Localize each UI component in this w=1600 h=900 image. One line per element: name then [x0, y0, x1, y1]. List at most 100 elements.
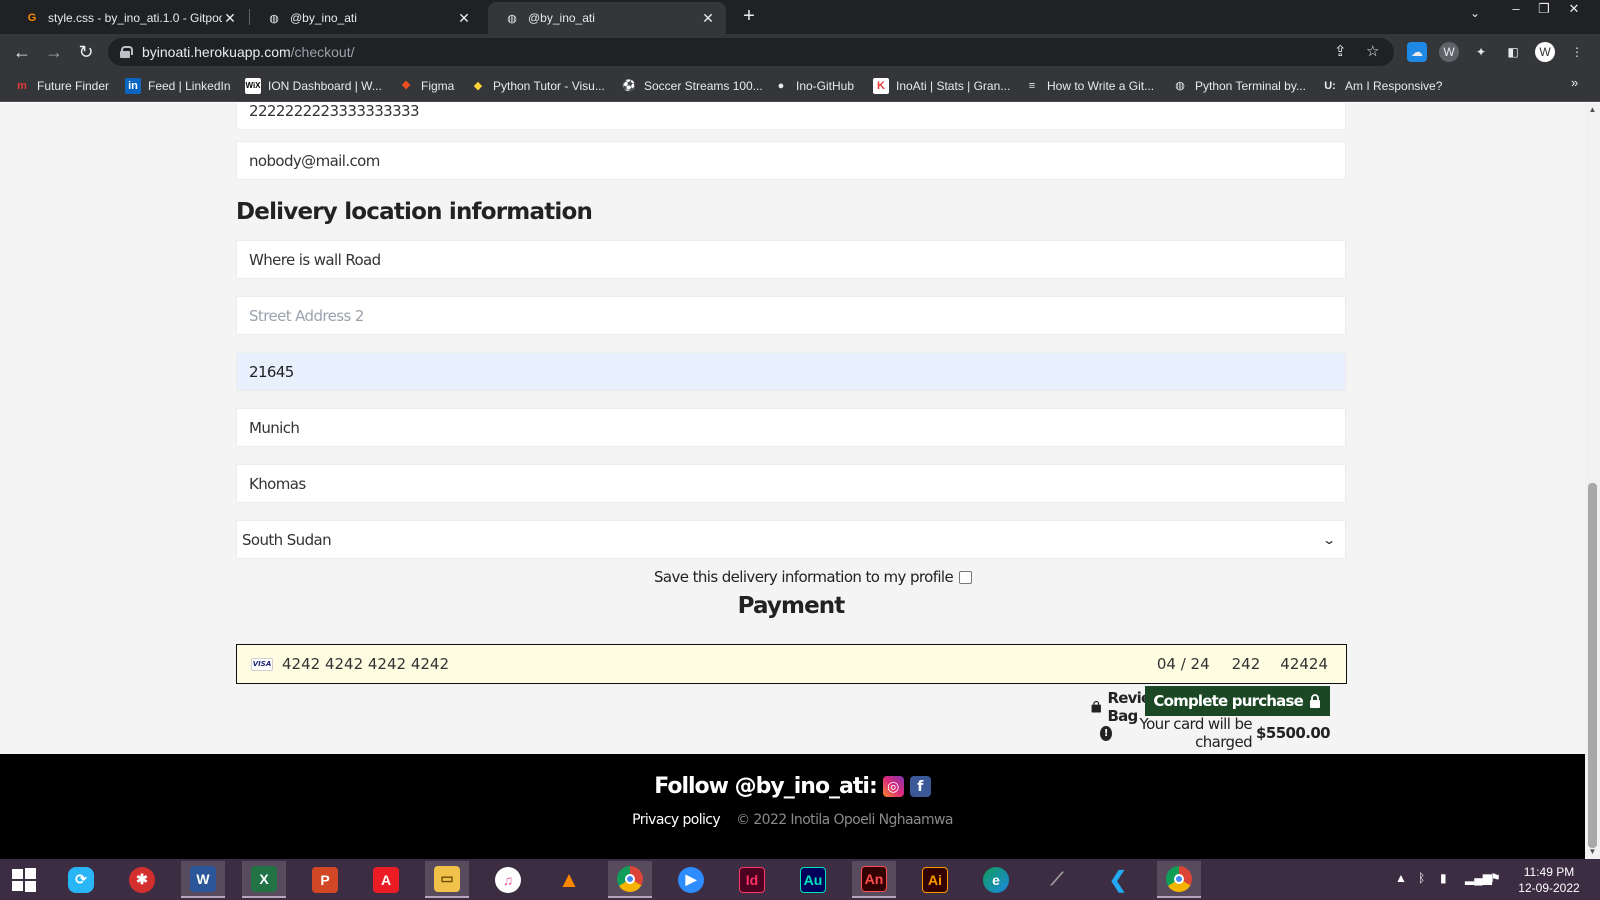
python-icon: ◆	[473, 80, 483, 92]
more-bookmarks-icon[interactable]: »	[1571, 75, 1578, 90]
vlc-icon[interactable]: ▲	[547, 861, 591, 898]
vscode-icon[interactable]: ❮	[1096, 861, 1140, 898]
close-icon[interactable]: ✕	[456, 10, 472, 27]
windows-start-icon[interactable]	[2, 861, 46, 898]
url-path: /checkout/	[290, 44, 355, 60]
powerpoint-icon[interactable]: P	[303, 861, 347, 898]
indesign-icon[interactable]: Id	[730, 861, 774, 898]
gitpod-icon: G	[27, 12, 37, 24]
browser-tab-by-ino-ati[interactable]: ◍ @by_ino_ati ✕	[250, 2, 482, 34]
menu-kebab-icon[interactable]: ⋮	[1567, 42, 1587, 62]
bookmark-ino-github[interactable]: ● Ino-GitHub	[773, 77, 854, 95]
browser-toolbar: ← → ↻ byinoati.herokuapp.com /checkout/ …	[0, 34, 1600, 70]
w-extension-icon[interactable]: W	[1439, 42, 1459, 62]
bookmark-label: InoAti | Stats | Gran...	[896, 79, 1011, 93]
phone-field[interactable]: 2222222223333333333	[236, 103, 1346, 130]
profile-avatar[interactable]: W	[1535, 42, 1555, 62]
bookmark-inoati-stats[interactable]: K InoAti | Stats | Gran...	[873, 77, 1010, 95]
extensions-puzzle-icon[interactable]: ✦	[1471, 42, 1491, 62]
country-select[interactable]: South Sudan ⌄	[236, 520, 1346, 559]
back-arrow-icon[interactable]: ←	[10, 40, 34, 64]
save-info-checkbox[interactable]	[959, 570, 973, 584]
complete-purchase-button[interactable]: Complete purchase	[1145, 686, 1330, 716]
browser-tab-gitpod[interactable]: G style.css - by_ino_ati.1.0 - Gitpod ✕	[8, 2, 248, 34]
itunes-icon[interactable]: ♫	[486, 861, 530, 898]
delivery-section-title: Delivery location information	[236, 199, 593, 225]
bookmark-label: Soccer Streams 100...	[644, 79, 763, 93]
flag-icon[interactable]: ⚑	[1490, 871, 1501, 885]
star-icon[interactable]: ☆	[1366, 38, 1379, 66]
close-icon[interactable]: ✕	[700, 10, 716, 27]
email-field[interactable]: nobody@mail.com	[236, 141, 1346, 180]
save-info-label: Save this delivery information to my pro…	[654, 568, 954, 586]
zoom-icon[interactable]: ▶	[669, 861, 713, 898]
illustrator-icon[interactable]: Ai	[913, 861, 957, 898]
page-scrollbar[interactable]: ▲ ▼	[1585, 103, 1600, 859]
bookmark-ion-dashboard[interactable]: WiX ION Dashboard | W...	[245, 77, 382, 95]
privacy-policy-link[interactable]: Privacy policy	[632, 812, 721, 828]
edge-icon[interactable]: e	[974, 861, 1018, 898]
cloud-extension-icon[interactable]: ☁	[1407, 42, 1427, 62]
street-address-2-field[interactable]: Street Address 2	[236, 296, 1346, 335]
bookmark-figma[interactable]: ❖ Figma	[398, 77, 454, 95]
tab-search-chevron-icon[interactable]: ⌄	[1470, 6, 1480, 20]
footer-links: Privacy policy © 2022 Inotila Opoeli Ngh…	[0, 812, 1585, 828]
word-icon[interactable]: W	[181, 861, 225, 898]
bluetooth-icon[interactable]: ᛒ	[1418, 871, 1425, 885]
shareit-icon[interactable]: ⟳	[59, 861, 103, 898]
signal-icon[interactable]: ▂▄▆	[1465, 871, 1492, 885]
red-app-icon[interactable]: ✱	[120, 861, 164, 898]
restore-button[interactable]: ❐	[1530, 0, 1558, 20]
browser-tab-active[interactable]: ◍ @by_ino_ati ✕	[488, 2, 726, 34]
tab-title: @by_ino_ati	[290, 11, 357, 25]
bookmark-future-finder[interactable]: m Future Finder	[14, 77, 109, 95]
excel-icon[interactable]: X	[242, 861, 286, 898]
tray-chevron-up-icon[interactable]: ▲	[1395, 871, 1407, 885]
charge-text: Your card will be charged	[1139, 715, 1253, 751]
acrobat-icon[interactable]: A	[364, 861, 408, 898]
animate-icon[interactable]: An	[852, 861, 896, 898]
dark-app-icon[interactable]: ⟋	[1035, 861, 1079, 898]
bookmark-am-i-responsive[interactable]: U: Am I Responsive?	[1322, 77, 1442, 95]
forward-arrow-icon[interactable]: →	[42, 40, 66, 64]
card-expiry-input[interactable]: 04 / 24	[1157, 655, 1210, 673]
bookmark-python-tutor[interactable]: ◆ Python Tutor - Visu...	[470, 77, 605, 95]
bookmark-icon: m	[17, 80, 27, 92]
close-icon[interactable]: ✕	[222, 10, 238, 27]
county-field[interactable]: Khomas	[236, 464, 1346, 503]
minimize-button[interactable]: –	[1502, 0, 1530, 20]
bookmark-python-terminal[interactable]: ◍ Python Terminal by...	[1172, 77, 1306, 95]
chrome-2-icon[interactable]	[1157, 861, 1201, 898]
card-cvc-input[interactable]: 242	[1232, 655, 1261, 673]
side-panel-icon[interactable]: ◧	[1503, 42, 1523, 62]
battery-icon[interactable]: ▮	[1440, 871, 1447, 885]
card-number-input[interactable]: 4242 4242 4242 4242	[282, 655, 1157, 673]
chrome-icon[interactable]	[608, 861, 652, 898]
file-explorer-icon[interactable]: ▭	[425, 861, 469, 898]
country-value: South Sudan	[242, 530, 332, 549]
bookmark-label: Future Finder	[37, 79, 110, 93]
bookmark-linkedin[interactable]: in Feed | LinkedIn	[125, 77, 231, 95]
reload-icon[interactable]: ↻	[74, 40, 98, 64]
scroll-up-arrow-icon[interactable]: ▲	[1588, 105, 1597, 115]
card-element[interactable]: VISA 4242 4242 4242 4242 04 / 24 242 424…	[236, 644, 1347, 684]
bookmark-how-to-write-git[interactable]: ≡ How to Write a Git...	[1024, 77, 1154, 95]
facebook-icon[interactable]: f	[909, 776, 931, 797]
scroll-down-arrow-icon[interactable]: ▼	[1588, 847, 1597, 857]
town-city-field[interactable]: Munich	[236, 408, 1346, 447]
card-zip-input[interactable]: 42424	[1280, 655, 1328, 673]
clock-time: 11:49 PM	[1523, 865, 1575, 879]
new-tab-button[interactable]: +	[737, 5, 761, 29]
audition-icon[interactable]: Au	[791, 861, 835, 898]
scrollbar-thumb[interactable]	[1588, 483, 1597, 848]
street-address-1-field[interactable]: Where is wall Road	[236, 240, 1346, 279]
close-window-button[interactable]: ✕	[1560, 0, 1588, 20]
system-clock[interactable]: 11:49 PM 12-09-2022	[1514, 864, 1584, 896]
linkedin-icon: in	[125, 78, 141, 94]
postcode-field[interactable]: 21645	[236, 352, 1346, 391]
bookmark-label: ION Dashboard | W...	[268, 79, 382, 93]
bookmark-soccer-streams[interactable]: ⚽ Soccer Streams 100...	[621, 77, 763, 95]
share-icon[interactable]: ⇪	[1334, 38, 1347, 66]
instagram-icon[interactable]: ◎	[882, 776, 904, 797]
address-bar[interactable]: byinoati.herokuapp.com /checkout/ ⇪ ☆	[108, 38, 1394, 66]
